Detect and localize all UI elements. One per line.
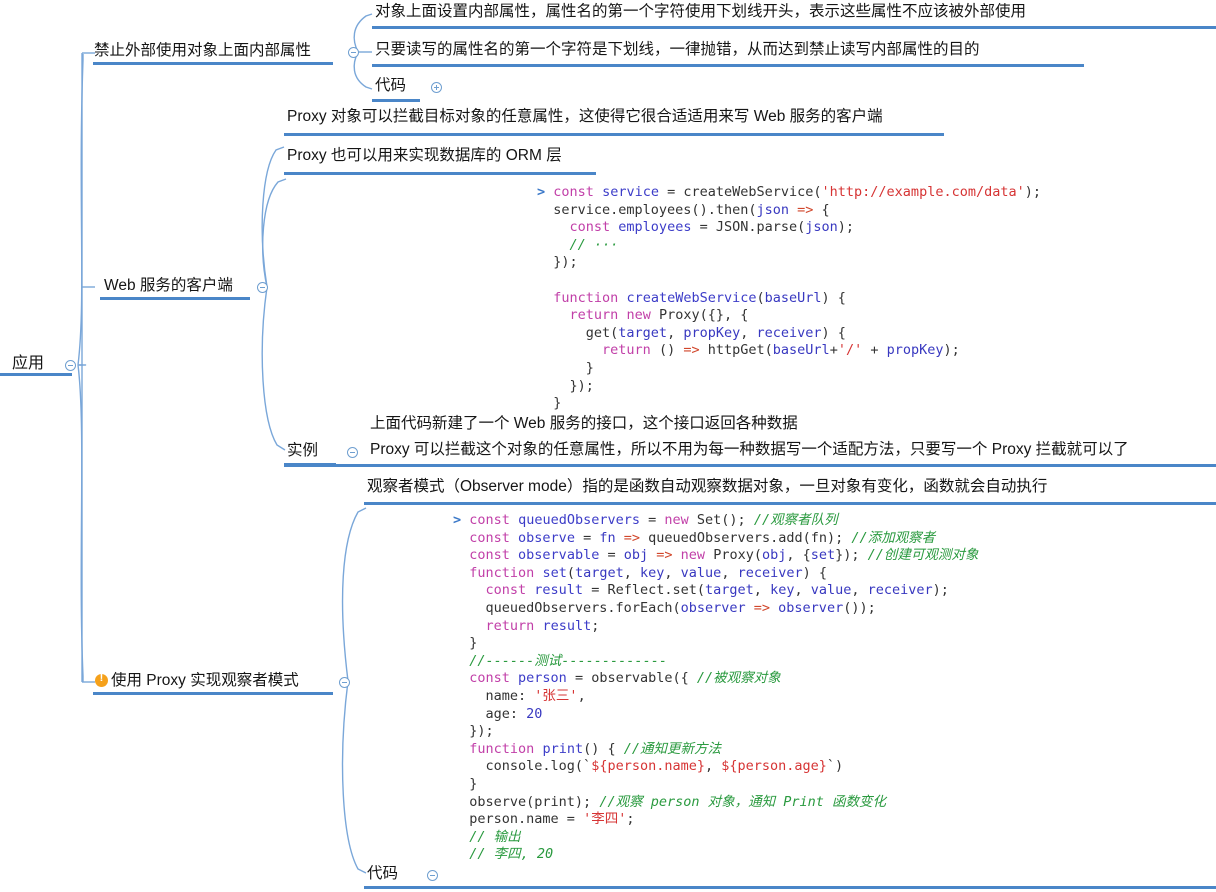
code-block-web-service: > const service = createWebService('http… [537,184,1041,411]
code-line: const observable = obj => new Proxy(obj,… [469,547,979,564]
code-line: observe(print); //观察 person 对象，通知 Print … [469,793,886,810]
topic-underline [284,133,944,136]
code-line: }); [553,254,578,271]
branch-node-observer-pattern[interactable]: 使用 Proxy 实现观察者模式 [111,671,299,690]
code-line: //------测试------------- [469,652,667,669]
branch-underline [93,692,333,695]
code-line: return () => httpGet(baseUrl+'/' + propK… [602,342,960,359]
root-collapse-toggle[interactable] [65,360,76,371]
topic-underline [372,26,1216,29]
example-line-1[interactable]: 上面代码新建了一个 Web 服务的接口，这个接口返回各种数据 [370,414,798,433]
mindmap-canvas: 应用 禁止外部使用对象上面内部属性 对象上面设置内部属性，属性名的第一个字符使用… [0,0,1216,892]
topic-label: 代码 [367,865,399,882]
warning-icon [95,672,108,687]
code-line: person.name = '李四'; [469,811,635,828]
code-line: return new Proxy({}, { [569,307,749,324]
topic-underline [364,502,1216,505]
topic-observer-definition[interactable]: 观察者模式（Observer mode）指的是函数自动观察数据对象，一旦对象有变… [367,477,1047,496]
example-underline [284,464,1216,467]
code-line: } [585,359,594,376]
branch-underline [93,62,333,65]
code-line: }); [569,377,594,394]
example-line-label: Proxy 可以拦截这个对象的任意属性，所以不用为每一种数据写一个适配方法，只要… [370,441,1129,458]
code-block-observer: > const queuedObservers = new Set(); //观… [453,512,979,862]
code-line: > const queuedObservers = new Set(); //观… [453,512,838,528]
code-line: // 李四, 20 [469,846,554,863]
branch-node-label: 禁止外部使用对象上面内部属性 [94,42,312,59]
branch-collapse-toggle[interactable] [348,47,359,58]
example-line-label: 上面代码新建了一个 Web 服务的接口，这个接口返回各种数据 [370,415,798,432]
branch-collapse-toggle[interactable] [339,677,350,688]
code-line: function createWebService(baseUrl) { [553,289,846,306]
code-line: service.employees().then(json => { [553,201,830,218]
code-line: queuedObservers.forEach(observer => obse… [485,599,876,616]
code-line: function print() { //通知更新方法 [469,740,721,757]
code-line: console.log(`${person.name}, ${person.ag… [485,758,844,775]
topic-internal-prop-underscore[interactable]: 对象上面设置内部属性，属性名的第一个字符使用下划线开头，表示这些属性不应该被外部… [375,2,1026,21]
topic-label: 只要读写的属性名的第一个字符是下划线，一律抛错，从而达到禁止读写内部属性的目的 [375,41,980,58]
topic-expand-toggle[interactable] [431,82,442,93]
topic-code-collapsed[interactable]: 代码 [375,76,406,95]
branch-node-label: Web 服务的客户端 [104,277,233,294]
code-line: // ··· [569,236,619,253]
root-underline [0,373,72,376]
code-line: // 输出 [469,828,521,845]
branch-node-forbid-internal[interactable]: 禁止外部使用对象上面内部属性 [94,41,311,60]
code-line: return result; [485,617,600,634]
topic-collapse-toggle[interactable] [427,870,438,881]
topic-collapse-toggle[interactable] [347,447,358,458]
topic-label: Proxy 对象可以拦截目标对象的任意属性，这使得它很合适适用来写 Web 服务… [287,108,883,125]
code-line: } [469,775,478,792]
topic-underline [372,99,420,102]
topic-underline [364,886,1216,889]
topic-underline [284,172,596,175]
topic-label: 实例 [287,442,319,459]
code-line: const observe = fn => queuedObservers.ad… [469,529,936,546]
code-line: } [553,395,562,412]
topic-label: Proxy 也可以用来实现数据库的 ORM 层 [287,147,562,164]
topic-label: 观察者模式（Observer mode）指的是函数自动观察数据对象，一旦对象有变… [367,478,1048,495]
topic-label: 代码 [375,77,407,94]
code-line: } [469,635,478,652]
code-line: get(target, propKey, receiver) { [585,324,846,341]
branch-node-web-service-client[interactable]: Web 服务的客户端 [104,276,233,295]
topic-label: 对象上面设置内部属性，属性名的第一个字符使用下划线开头，表示这些属性不应该被外部… [375,3,1027,20]
branch-node-label: 使用 Proxy 实现观察者模式 [111,672,299,689]
code-line: const employees = JSON.parse(json); [569,219,855,236]
code-line: const result = Reflect.set(target, key, … [485,582,949,599]
topic-underline [372,64,1084,67]
code-line: name: '张三', [485,687,586,704]
code-line: function set(target, key, value, receive… [469,564,827,581]
topic-code-observer[interactable]: 代码 [367,864,398,883]
code-line: > const service = createWebService('http… [537,184,1041,200]
root-node[interactable]: 应用 [12,354,44,374]
code-line: }); [469,723,494,740]
topic-example[interactable]: 实例 [287,441,318,460]
topic-throw-on-underscore[interactable]: 只要读写的属性名的第一个字符是下划线，一律抛错，从而达到禁止读写内部属性的目的 [375,40,980,59]
example-line-2[interactable]: Proxy 可以拦截这个对象的任意属性，所以不用为每一种数据写一个适配方法，只要… [370,440,1129,459]
code-line: age: 20 [485,705,543,722]
branch-underline [100,297,250,300]
branch-collapse-toggle[interactable] [257,282,268,293]
code-line: const person = observable({ //被观察对象 [469,670,781,687]
topic-proxy-intercept-client[interactable]: Proxy 对象可以拦截目标对象的任意属性，这使得它很合适适用来写 Web 服务… [287,107,883,126]
root-node-label: 应用 [12,355,45,372]
topic-proxy-orm[interactable]: Proxy 也可以用来实现数据库的 ORM 层 [287,146,562,165]
